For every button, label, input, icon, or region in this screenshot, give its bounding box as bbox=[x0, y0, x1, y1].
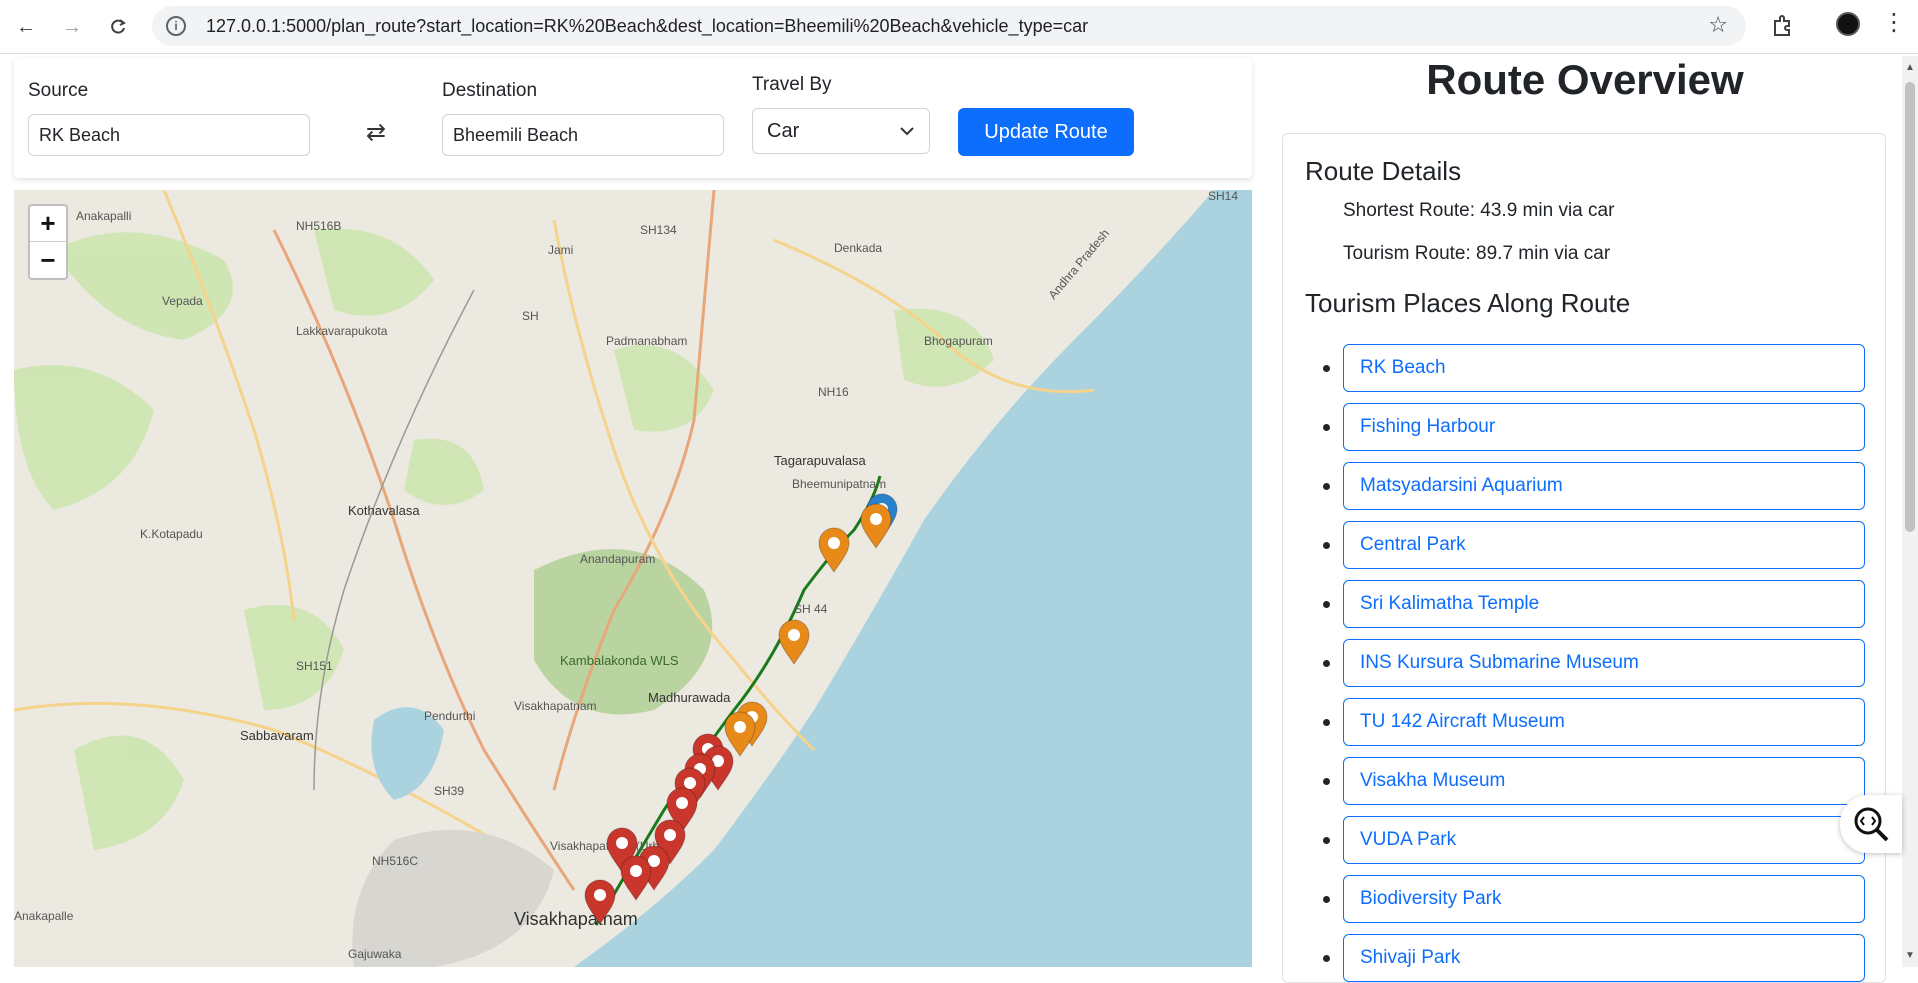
list-bullet bbox=[1323, 483, 1330, 490]
list-bullet bbox=[1323, 955, 1330, 962]
list-bullet bbox=[1323, 424, 1330, 431]
route-details-card: Route Details Shortest Route: 43.9 min v… bbox=[1282, 133, 1886, 983]
map-label-nh16: NH16 bbox=[818, 385, 849, 399]
map-label-visakhapatnam-city: Visakhapatnam bbox=[514, 909, 638, 929]
map-label-lakkavarapukota: Lakkavarapukota bbox=[296, 324, 388, 338]
tourism-place-item[interactable]: Biodiversity Park bbox=[1343, 875, 1865, 923]
map-label-vepada: Vepada bbox=[162, 294, 203, 308]
map-label-jami: Jami bbox=[548, 243, 573, 257]
tourism-places-heading: Tourism Places Along Route bbox=[1305, 288, 1631, 318]
map-label-andhra-pradesh: Andhra Pradesh bbox=[1046, 226, 1112, 301]
tourism-place-item[interactable]: INS Kursura Submarine Museum bbox=[1343, 639, 1865, 687]
list-bullet bbox=[1323, 778, 1330, 785]
update-route-button[interactable]: Update Route bbox=[958, 108, 1134, 156]
tourism-place-item[interactable]: RK Beach bbox=[1343, 344, 1865, 392]
reload-icon[interactable] bbox=[100, 10, 136, 44]
map-label-padmanabham: Padmanabham bbox=[606, 334, 687, 348]
map-label-bheemunipatnam: Bheemunipatnam bbox=[792, 477, 886, 491]
back-icon[interactable]: ← bbox=[8, 10, 44, 44]
forward-icon[interactable]: → bbox=[54, 10, 90, 44]
destination-label: Destination bbox=[442, 80, 538, 101]
map-label-sh14: SH14 bbox=[1208, 190, 1238, 203]
scroll-up-icon[interactable]: ▲ bbox=[1905, 62, 1915, 73]
map-label-anakapalli: Anakapalli bbox=[76, 209, 131, 223]
list-bullet bbox=[1323, 660, 1330, 667]
map-label-bhogapuram: Bhogapuram bbox=[924, 334, 993, 348]
map-label-tagarapuvalasa: Tagarapuvalasa bbox=[774, 453, 867, 468]
zoom-search-icon bbox=[1854, 807, 1889, 842]
map-marker-icon[interactable] bbox=[860, 503, 892, 549]
list-bullet bbox=[1323, 365, 1330, 372]
route-form: Source RK Beach ⇄ Destination Bheemili B… bbox=[14, 58, 1252, 178]
route-details-heading: Route Details bbox=[1305, 156, 1462, 186]
map-label-nh516c: NH516C bbox=[372, 854, 418, 868]
map-label-sabbavaram: Sabbavaram bbox=[240, 728, 314, 743]
tourism-place-item[interactable]: TU 142 Aircraft Museum bbox=[1343, 698, 1865, 746]
destination-input[interactable]: Bheemili Beach bbox=[442, 114, 724, 156]
zoom-control: + − bbox=[28, 204, 68, 280]
map-label-anandapuram: Anandapuram bbox=[580, 552, 655, 566]
map-label-sh44: SH 44 bbox=[794, 602, 828, 616]
tourism-place-item[interactable]: Central Park bbox=[1343, 521, 1865, 569]
source-label: Source bbox=[28, 80, 89, 101]
route-overview-title: Route Overview bbox=[1426, 56, 1744, 103]
map-label-sh: SH bbox=[522, 309, 539, 323]
map-search-fab[interactable] bbox=[1840, 795, 1902, 853]
shortest-route-text: Shortest Route: 43.9 min via car bbox=[1343, 200, 1615, 221]
tourism-place-item[interactable]: Sri Kalimatha Temple bbox=[1343, 580, 1865, 628]
map-label-sh151: SH151 bbox=[296, 659, 333, 673]
tourism-place-item[interactable]: Shivaji Park bbox=[1343, 934, 1865, 982]
url-text[interactable]: 127.0.0.1:5000/plan_route?start_location… bbox=[206, 16, 1088, 37]
list-bullet bbox=[1323, 601, 1330, 608]
scroll-down-icon[interactable]: ▼ bbox=[1905, 950, 1915, 961]
chevron-down-icon bbox=[900, 127, 914, 136]
map-label-pendurthi: Pendurthi bbox=[424, 709, 475, 723]
tourism-place-item[interactable]: VUDA Park bbox=[1343, 816, 1865, 864]
map-marker-icon[interactable] bbox=[620, 855, 652, 901]
list-bullet bbox=[1323, 896, 1330, 903]
list-bullet bbox=[1323, 542, 1330, 549]
map-label-denkada: Denkada bbox=[834, 241, 882, 255]
map-label-sh39: SH39 bbox=[434, 784, 464, 798]
map-label-madhurawada: Madhurawada bbox=[648, 690, 731, 705]
site-info-icon[interactable]: i bbox=[166, 16, 186, 36]
map-marker-icon[interactable] bbox=[778, 619, 810, 665]
travel-by-label: Travel By bbox=[752, 74, 832, 95]
map-canvas[interactable]: Anakapalli NH516B SH134 Jami Denkada Vep… bbox=[14, 190, 1252, 967]
profile-avatar[interactable] bbox=[1836, 12, 1860, 36]
scroll-thumb[interactable] bbox=[1905, 82, 1915, 532]
source-input[interactable]: RK Beach bbox=[28, 114, 310, 156]
browser-toolbar: ← → i 127.0.0.1:5000/plan_route?start_lo… bbox=[0, 0, 1918, 54]
map-label-kambalakonda: Kambalakonda WLS bbox=[560, 653, 679, 668]
address-bar[interactable]: i 127.0.0.1:5000/plan_route?start_locati… bbox=[152, 6, 1746, 46]
map-label-nh516b: NH516B bbox=[296, 219, 341, 233]
tourism-place-item[interactable]: Visakha Museum bbox=[1343, 757, 1865, 805]
vehicle-select[interactable]: Car bbox=[752, 108, 930, 154]
map-label-sh134: SH134 bbox=[640, 223, 677, 237]
extensions-icon[interactable] bbox=[1766, 10, 1798, 42]
bookmark-star-icon[interactable]: ☆ bbox=[1708, 12, 1728, 38]
list-bullet bbox=[1323, 719, 1330, 726]
map-label-kothavalasa: Kothavalasa bbox=[348, 503, 420, 518]
map-label-visakhapatnam-rural: Visakhapatnam bbox=[514, 699, 597, 713]
map-label-anakapalle: Anakapalle bbox=[14, 909, 74, 923]
map-label-gajuwaka: Gajuwaka bbox=[348, 947, 402, 961]
tourism-place-item[interactable]: Fishing Harbour bbox=[1343, 403, 1865, 451]
zoom-out-button[interactable]: − bbox=[30, 242, 66, 278]
tourism-route-text: Tourism Route: 89.7 min via car bbox=[1343, 243, 1611, 264]
map-label-kkotapadu: K.Kotapadu bbox=[140, 527, 203, 541]
swap-icon[interactable]: ⇄ bbox=[366, 118, 386, 147]
list-bullet bbox=[1323, 837, 1330, 844]
zoom-in-button[interactable]: + bbox=[30, 206, 66, 242]
map-marker-icon[interactable] bbox=[724, 711, 756, 757]
route-map[interactable]: Anakapalli NH516B SH134 Jami Denkada Vep… bbox=[14, 190, 1252, 967]
vehicle-select-value: Car bbox=[767, 119, 800, 142]
page-scrollbar[interactable]: ▲ ▼ bbox=[1902, 56, 1918, 967]
tourism-place-item[interactable]: Matsyadarsini Aquarium bbox=[1343, 462, 1865, 510]
menu-dots-icon[interactable]: ⋮ bbox=[1882, 8, 1906, 37]
